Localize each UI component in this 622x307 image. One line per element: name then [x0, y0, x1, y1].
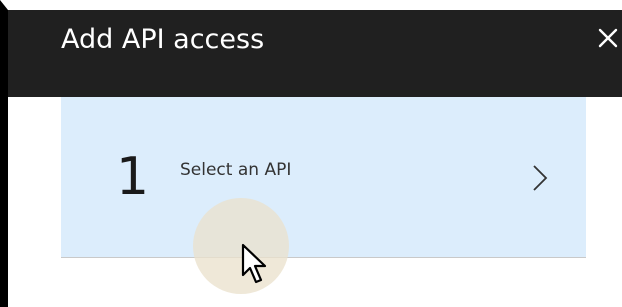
chevron-right-icon	[533, 165, 548, 191]
mouse-cursor-icon	[241, 243, 267, 284]
step-number: 1	[116, 147, 150, 207]
blade-header: Add API access	[8, 10, 622, 97]
blade-window: Add API access 1 Select an API	[0, 0, 622, 307]
step-label: Select an API	[180, 160, 292, 180]
blade-title: Add API access	[61, 24, 265, 55]
close-icon[interactable]	[594, 24, 622, 52]
step-select-api[interactable]: 1 Select an API	[61, 97, 586, 258]
